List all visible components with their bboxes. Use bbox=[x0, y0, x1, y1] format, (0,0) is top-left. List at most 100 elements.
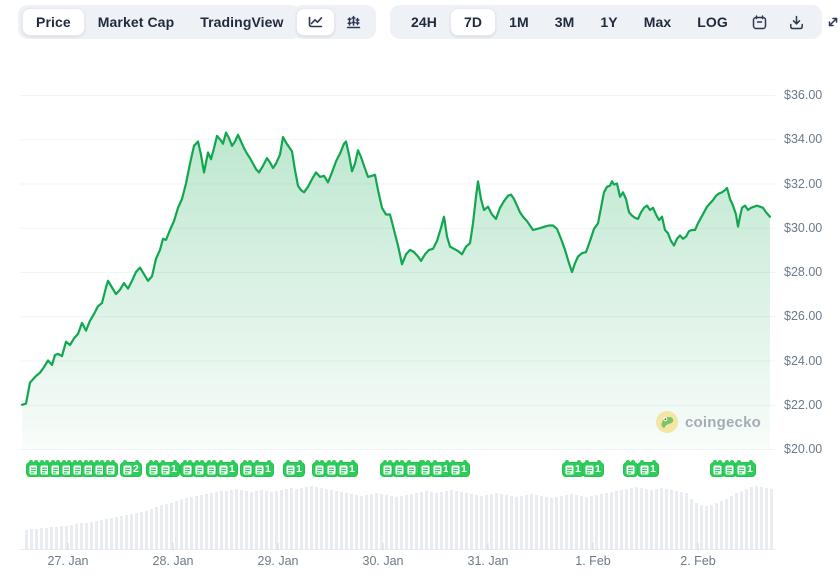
range-1y[interactable]: 1Y bbox=[587, 9, 630, 35]
volume-bar bbox=[640, 488, 643, 549]
event-badge[interactable]: 1 bbox=[734, 462, 756, 477]
volume-bar bbox=[750, 487, 753, 549]
event-badge-count: 1 bbox=[229, 464, 235, 475]
y-axis-label: $32.00 bbox=[784, 177, 822, 191]
log-scale-button[interactable]: LOG bbox=[684, 9, 741, 35]
volume-bar bbox=[295, 489, 298, 549]
volume-bar bbox=[250, 492, 253, 549]
volume-bar bbox=[365, 495, 368, 549]
y-axis-label: $20.00 bbox=[784, 442, 822, 456]
event-badge[interactable]: 1 bbox=[582, 462, 604, 477]
event-badge[interactable] bbox=[623, 462, 638, 477]
volume-bar bbox=[705, 506, 708, 549]
volume-bar bbox=[435, 493, 438, 549]
volume-bar bbox=[500, 494, 503, 549]
volume-bar bbox=[630, 488, 633, 549]
volume-bar bbox=[590, 496, 593, 549]
volume-bar bbox=[615, 491, 618, 549]
volume-bar bbox=[710, 505, 713, 549]
news-icon bbox=[585, 465, 594, 475]
volume-bar bbox=[765, 488, 768, 549]
volume-bar bbox=[290, 488, 293, 549]
event-badge-count: 1 bbox=[575, 464, 581, 475]
volume-bar bbox=[340, 492, 343, 549]
news-icon bbox=[219, 465, 228, 475]
range-24h[interactable]: 24H bbox=[398, 9, 450, 35]
volume-bar bbox=[445, 491, 448, 549]
event-badge[interactable]: 1 bbox=[283, 462, 305, 477]
volume-bar bbox=[730, 496, 733, 549]
volume-bar bbox=[360, 496, 363, 549]
date-range-button[interactable] bbox=[741, 9, 778, 35]
event-badge-count: 1 bbox=[595, 464, 601, 475]
event-badge-count: 1 bbox=[349, 464, 355, 475]
news-icon bbox=[183, 465, 192, 475]
range-max[interactable]: Max bbox=[631, 9, 685, 35]
volume-bar bbox=[330, 490, 333, 549]
volume-bar bbox=[755, 486, 758, 549]
volume-bar bbox=[565, 495, 568, 549]
volume-bar bbox=[545, 497, 548, 549]
event-badge[interactable]: 1 bbox=[637, 462, 659, 477]
volume-bar bbox=[725, 499, 728, 549]
volume-bar bbox=[135, 513, 138, 549]
event-badge[interactable]: 1 bbox=[336, 462, 358, 477]
event-badge[interactable]: 1 bbox=[158, 462, 180, 477]
volume-bar bbox=[440, 492, 443, 549]
range-3m[interactable]: 3M bbox=[542, 9, 588, 35]
tab-tradingview[interactable]: TradingView bbox=[187, 9, 296, 35]
event-badge[interactable]: 1 bbox=[216, 462, 238, 477]
volume-bar bbox=[685, 493, 688, 549]
line-chart-button[interactable] bbox=[296, 8, 335, 36]
range-7d[interactable]: 7D bbox=[450, 8, 496, 36]
volume-bar bbox=[495, 493, 498, 549]
event-badge[interactable]: 1 bbox=[252, 462, 274, 477]
event-badge[interactable] bbox=[103, 462, 118, 477]
news-icon bbox=[626, 465, 635, 475]
news-icon bbox=[421, 465, 430, 475]
volume-bar bbox=[715, 503, 718, 549]
volume-bar bbox=[650, 490, 653, 549]
volume-bar bbox=[555, 497, 558, 549]
event-badge[interactable]: 1 bbox=[448, 462, 470, 477]
volume-bar bbox=[745, 489, 748, 549]
news-icon bbox=[451, 465, 460, 475]
volume-bar bbox=[605, 493, 608, 549]
range-1m[interactable]: 1M bbox=[496, 9, 542, 35]
volume-bar bbox=[475, 495, 478, 549]
event-badge-count: 1 bbox=[171, 464, 177, 475]
volume-bar bbox=[205, 494, 208, 549]
volume-bar bbox=[595, 495, 598, 549]
event-badge-count: 1 bbox=[265, 464, 271, 475]
event-badge[interactable]: 2 bbox=[120, 462, 142, 477]
fullscreen-button[interactable] bbox=[815, 9, 840, 35]
volume-bar bbox=[420, 492, 423, 549]
volume-bar bbox=[145, 511, 148, 549]
event-badge[interactable]: 1 bbox=[562, 462, 584, 477]
download-button[interactable] bbox=[778, 9, 815, 35]
event-badge-count: 1 bbox=[296, 464, 302, 475]
volume-bar bbox=[165, 504, 168, 549]
y-axis-label: $24.00 bbox=[784, 354, 822, 368]
volume-bar bbox=[625, 489, 628, 549]
download-icon bbox=[788, 14, 805, 31]
volume-bar bbox=[490, 494, 493, 549]
volume-bar bbox=[520, 496, 523, 549]
news-icon bbox=[713, 465, 722, 475]
volume-bar bbox=[425, 491, 428, 549]
event-badge-count: 1 bbox=[650, 464, 656, 475]
volume-bar bbox=[175, 501, 178, 549]
volume-bar bbox=[215, 492, 218, 549]
volume-bar bbox=[160, 505, 163, 549]
volume-bar bbox=[220, 491, 223, 549]
volume-bar bbox=[510, 496, 513, 549]
bar-chart-button[interactable] bbox=[335, 9, 372, 35]
y-axis-label: $26.00 bbox=[784, 309, 822, 323]
volume-bar bbox=[675, 491, 678, 549]
tab-price[interactable]: Price bbox=[22, 8, 85, 36]
volume-bar bbox=[760, 487, 763, 549]
price-chart-plot[interactable] bbox=[0, 0, 840, 582]
tab-market-cap[interactable]: Market Cap bbox=[85, 9, 187, 35]
watermark-text: coingecko bbox=[685, 414, 761, 431]
volume-bar bbox=[70, 525, 73, 549]
